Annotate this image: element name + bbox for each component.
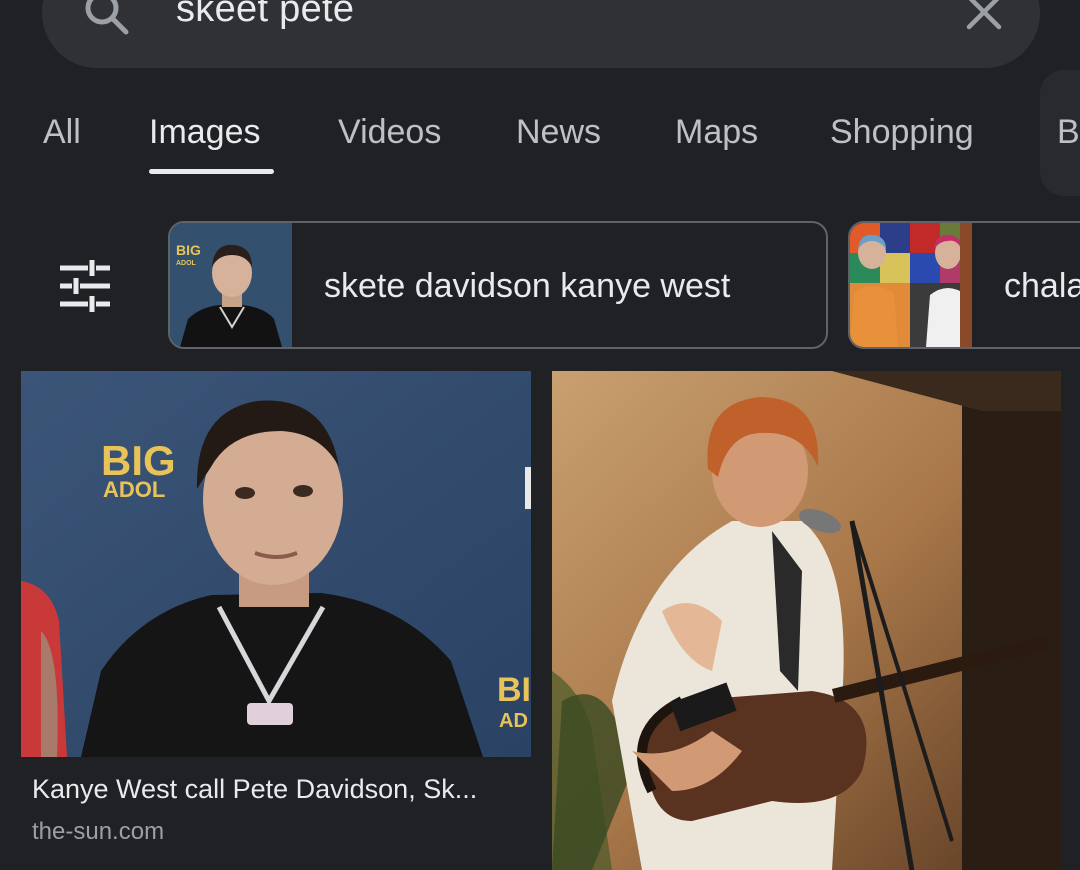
chip-label: skete davidson kanye west bbox=[324, 267, 731, 305]
tab-videos[interactable]: Videos bbox=[338, 113, 441, 152]
svg-text:ADOL: ADOL bbox=[176, 260, 197, 267]
result-image-pete-davidson[interactable]: BIG ADOL BI AD bbox=[21, 371, 531, 757]
tab-maps[interactable]: Maps bbox=[675, 113, 758, 152]
backdrop-text: ADOL bbox=[103, 477, 165, 502]
svg-text:BIG: BIG bbox=[176, 242, 201, 258]
result-title[interactable]: Kanye West call Pete Davidson, Sk... bbox=[32, 774, 477, 805]
chip-thumbnail-photo: BIG ADOL bbox=[170, 223, 292, 347]
close-icon[interactable] bbox=[964, 0, 1004, 32]
result-source[interactable]: the-sun.com bbox=[32, 818, 164, 846]
related-search-chip[interactable]: chala bbox=[848, 221, 1080, 349]
result-image-guitarist[interactable] bbox=[552, 371, 1061, 870]
chip-thumbnail-photo bbox=[850, 223, 972, 347]
backdrop-text: BI bbox=[497, 671, 531, 709]
tune-icon[interactable] bbox=[58, 258, 112, 314]
tab-images[interactable]: Images bbox=[149, 113, 261, 152]
tab-all[interactable]: All bbox=[43, 113, 81, 152]
active-tab-indicator bbox=[149, 169, 274, 174]
backdrop-text: AD bbox=[499, 710, 528, 732]
related-search-chip[interactable]: BIG ADOL skete davidson kanye west bbox=[168, 221, 828, 349]
chip-label: chala bbox=[1004, 267, 1080, 305]
tab-books[interactable]: B bbox=[1057, 113, 1080, 152]
tab-shopping[interactable]: Shopping bbox=[830, 113, 974, 152]
tab-news[interactable]: News bbox=[516, 113, 601, 152]
search-results-page: skeet pete All Images Videos News Maps S… bbox=[0, 0, 1080, 870]
search-input[interactable]: skeet pete bbox=[176, 0, 354, 31]
search-icon[interactable] bbox=[82, 0, 132, 36]
